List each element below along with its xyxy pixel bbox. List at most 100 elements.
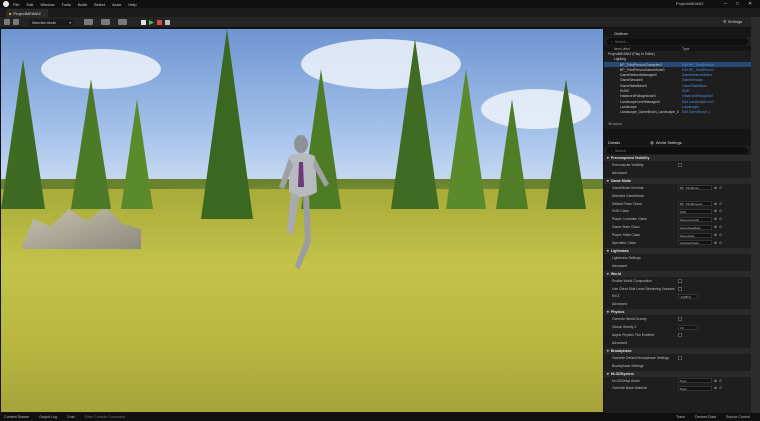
tab-details[interactable]: Details [608,140,620,145]
trace-button[interactable]: Trace [676,415,685,419]
reset-icon[interactable]: ↺ [719,225,722,229]
tree [546,79,586,209]
details-property-row: Broadphase Settings [604,362,751,370]
selection-mode-dropdown[interactable]: Selection Mode ▾ [29,19,73,26]
property-checkbox[interactable] [678,317,682,322]
pause-icon[interactable] [141,20,146,25]
property-checkbox[interactable] [678,278,682,283]
player-character[interactable] [279,132,331,272]
minimize-icon[interactable]: – [724,1,727,7]
menu-file[interactable]: File [13,2,19,7]
outliner-row-type: HUD [682,89,690,94]
level-viewport[interactable] [1,29,603,412]
console-input[interactable]: Enter Console Command [85,415,145,419]
cinematics-icon[interactable] [118,19,127,25]
close-icon[interactable]: ✕ [748,1,752,7]
details-property-row: Async Physics Tick Enabled [604,331,751,339]
chevron-down-icon: ▾ [607,178,609,183]
chevron-down-icon: ▾ [69,20,71,25]
outliner-search-input[interactable]: ⌕ Search... [607,38,748,45]
details-property-row: Spectator Class SpectatorPawn ⊕ ↺ [604,239,751,247]
property-dropdown[interactable]: PlayerControlle [678,216,712,222]
reset-icon[interactable]: ↺ [719,209,722,213]
menu-tools[interactable]: Tools [62,2,71,7]
tab-world-settings[interactable]: World Settings [656,140,682,145]
browse-icon[interactable]: ⊕ [714,186,717,190]
maximize-icon[interactable]: □ [736,1,739,7]
menu-build[interactable]: Build [78,2,87,7]
project-tab[interactable]: ■ ProjectMEANIZ [6,9,48,17]
reset-icon[interactable]: ↺ [719,379,722,383]
browse-icon[interactable]: ⊕ [714,209,717,213]
outliner-row-label: ProjectMEANIZ (Play In Editor) [608,51,655,56]
browse-icon[interactable]: ⊕ [714,386,717,390]
property-name: GameMode Override [612,185,644,190]
globe-icon: ◍ [650,139,654,145]
property-dropdown[interactable]: SpectatorPawn [678,240,712,246]
reset-icon[interactable]: ↺ [719,241,722,245]
property-dropdown[interactable]: BP_ThirdPersonC [678,201,712,206]
property-name: Override Base Material [612,386,647,391]
property-name: Async Physics Tick Enabled [612,332,655,337]
property-checkbox[interactable] [678,355,682,360]
property-checkbox[interactable] [678,286,682,291]
window-title: ProjectMEANIZ [676,1,704,6]
menu-window[interactable]: Window [40,2,54,7]
section-title: Broadphase [610,348,632,353]
menu-actor[interactable]: Actor [112,2,121,7]
stop-icon[interactable] [157,20,162,25]
col-item-label[interactable]: Item Label [604,47,682,51]
derived-data-button[interactable]: Derived Data [695,415,716,419]
browse-icon[interactable]: ⊕ [714,241,717,245]
actor-count: 48 actors [608,122,622,126]
browse-icon[interactable]: ⊕ [714,379,717,383]
property-dropdown[interactable]: None [678,378,712,384]
property-name: Override World Gravity [612,317,647,322]
property-dropdown[interactable]: HUD [678,208,712,214]
browse-icon[interactable]: ⊕ [714,225,717,229]
property-dropdown[interactable]: GameStateBase [678,224,712,230]
col-type[interactable]: Type [682,47,689,51]
menu-edit[interactable]: Edit [26,2,33,7]
outliner-list: ProjectMEANIZ (Play In Editor) Lighting BP… [604,51,751,115]
outliner-tab[interactable]: Outliner [604,29,751,37]
property-dropdown[interactable]: BP_ThirdPerso [678,185,712,191]
reset-icon[interactable]: ↺ [719,386,722,390]
property-dropdown[interactable]: PlayerState [678,232,712,238]
tree [496,99,528,209]
property-dropdown[interactable]: None [678,385,712,391]
reset-icon[interactable]: ↺ [719,202,722,206]
details-property-list: ▾ Precomputed Visibility Precompute Visibi… [604,155,751,392]
menu-select[interactable]: Select [94,2,105,7]
browse-icon[interactable]: ⊕ [714,217,717,221]
details-property-row: GameMode Override BP_ThirdPerso ⊕ ↺ [604,184,751,192]
create-actor-icon[interactable] [84,19,93,25]
cmd-dropdown[interactable]: Cmd [67,415,75,419]
output-log-button[interactable]: Output Log [39,415,57,419]
details-property-row: Advanced [604,339,751,347]
chevron-down-icon: ▾ [607,371,609,376]
property-number-field[interactable]: 0.0 [678,324,698,330]
details-search-input[interactable]: ⌕ Search [607,147,748,154]
settings-button[interactable]: ⚙ Settings [723,19,742,24]
property-number-field[interactable]: -10480.0 [678,293,698,299]
property-checkbox[interactable] [678,162,682,167]
reset-icon[interactable]: ↺ [719,186,722,190]
browse-icon[interactable]: ⊕ [714,202,717,206]
menu-help[interactable]: Help [128,2,136,7]
details-property-row: Game State Class GameStateBase ⊕ ↺ [604,223,751,231]
save-icon[interactable] [4,19,10,25]
browse-icon[interactable]: ⊕ [714,233,717,237]
reset-icon[interactable]: ↺ [719,233,722,237]
property-checkbox[interactable] [678,332,682,337]
unreal-logo-icon [3,1,9,7]
property-name: Broadphase Settings [612,363,644,368]
blueprint-icon[interactable] [101,19,110,25]
reset-icon[interactable]: ↺ [719,217,722,221]
content-drawer-button[interactable]: Content Drawer [4,415,29,419]
eject-icon[interactable] [165,20,170,25]
outliner-row[interactable]: Landscape_GameBrush_Landscape_0 Edit Game… [604,110,751,115]
details-property-row: Global Gravity Z 0.0 [604,323,751,331]
content-icon[interactable] [13,19,19,25]
source-control-button[interactable]: Source Control [726,415,750,419]
